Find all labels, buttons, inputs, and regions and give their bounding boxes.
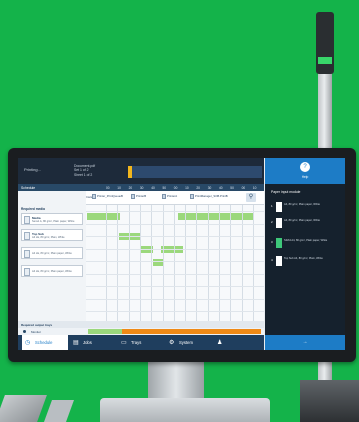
gear-icon: ⚙: [169, 340, 175, 346]
monitor-stand-base: [100, 398, 270, 422]
paper-swatch: [276, 238, 282, 248]
tab-user[interactable]: ♟: [214, 335, 260, 350]
grid-row-line: [86, 248, 264, 249]
tray-item[interactable]: 4 Top Sub A4, 80 g/m², Plain, White: [271, 256, 341, 268]
machine-part-left-small: [43, 400, 75, 422]
tab-system[interactable]: ⚙ System: [166, 335, 212, 350]
search-icon: ⚲: [248, 194, 254, 200]
tab-schedule[interactable]: ◷ Schedule: [22, 335, 68, 350]
timeline-tick: 00: [173, 185, 178, 190]
grid-row-line: [86, 311, 264, 312]
timeline-tick: 40: [151, 185, 155, 190]
media-item[interactable]: A4 LE, 80 g/m², Plain paper, White: [21, 265, 83, 277]
schedule-title: Schedule: [21, 185, 36, 190]
timeline-tick: 20: [128, 185, 133, 190]
schedule-bar[interactable]: [161, 246, 183, 253]
job-info: Document.pdf Set 1 of 2 Sheet 1 of 2: [74, 164, 96, 177]
machine-part-right: [300, 380, 359, 422]
timeline-tick: 50: [230, 185, 234, 190]
required-media-heading: Required media: [21, 207, 45, 211]
search-button[interactable]: ⚲: [246, 193, 256, 202]
monitor-icon: [23, 330, 26, 333]
monitor-bar-pending: [122, 329, 261, 334]
tray-item[interactable]: 1 A4, 80 g/m², Plain paper, White: [271, 202, 341, 214]
media-item[interactable]: A4 LE, 80 g/m², Plain paper, White: [21, 247, 83, 259]
bottom-tab-bar: ◷ Schedule ▤ Jobs ▭ Trays ⚙ System ♟: [18, 335, 264, 350]
monitor-row: Monitor: [18, 328, 264, 335]
document-icon: ▤: [73, 340, 79, 346]
timeline-tick: 10: [252, 185, 257, 190]
required-media-list: Required media Media Sens1 A, 80 g/m², P…: [18, 191, 86, 323]
printer-status: Printing...: [24, 167, 41, 172]
grid-row-line: [86, 273, 264, 274]
tray-icon: ▭: [121, 340, 127, 346]
grid-row-line: [86, 236, 264, 237]
timeline-tick: 50: [162, 185, 167, 190]
job-progress-fill: [128, 166, 133, 178]
paper-icon: [24, 216, 30, 224]
paper-input-panel: Paper input module 1 A4, 80 g/m², Plain …: [265, 184, 345, 335]
timeline-tick: 00: [106, 185, 110, 190]
printer-install-row: Install Printer_PrintQueueB PrinterB Pri…: [86, 191, 264, 205]
install-item[interactable]: PrintManager_SOB.PrintB: [190, 194, 228, 201]
grid-row-line: [86, 298, 264, 299]
forward-button[interactable]: →: [265, 335, 345, 350]
panel-title: Paper input module: [271, 190, 301, 194]
schedule-bar[interactable]: [87, 213, 120, 220]
grid-row-line: [86, 286, 264, 287]
timeline-tick: 20: [196, 185, 200, 190]
timeline-tick: 40: [219, 185, 223, 190]
signal-tower-green-light: [318, 57, 332, 64]
touch-screen: Printing... Document.pdf Set 1 of 2 Shee…: [18, 158, 345, 350]
machine-part-left: [0, 395, 47, 422]
signal-tower-cap: [316, 12, 334, 74]
paper-swatch: [276, 256, 282, 266]
install-item[interactable]: Printer_PrintQueueB: [92, 194, 123, 201]
status-strip: Printing... Document.pdf Set 1 of 2 Shee…: [18, 158, 264, 184]
media-item[interactable]: Top Sub A4 LE, 80 g/m², Plain, White: [21, 229, 83, 241]
monitor-bar-done: [88, 329, 122, 334]
timeline-tick: 30: [139, 185, 144, 190]
tab-trays[interactable]: ▭ Trays: [118, 335, 164, 350]
required-output-trays-row: Required output trays: [18, 321, 264, 328]
grid-row-line: [86, 211, 264, 212]
paper-icon: [24, 232, 30, 240]
timeline-tick: 10: [117, 185, 121, 190]
schedule-bar[interactable]: [119, 233, 141, 240]
job-progress-bar: [128, 166, 262, 178]
timeline-tick: 10: [185, 185, 189, 190]
install-item[interactable]: PrinterA: [162, 194, 177, 201]
schedule-bar[interactable]: [178, 213, 254, 220]
tray-item[interactable]: 2 A4, 80 g/m², Plain paper, White: [271, 218, 341, 230]
grid-row-line: [86, 223, 264, 224]
install-item[interactable]: PrinterB: [131, 194, 146, 201]
schedule-icon: ◷: [25, 340, 31, 346]
paper-swatch: [276, 218, 282, 228]
paper-swatch: [276, 202, 282, 212]
paper-icon: [24, 250, 30, 258]
schedule-timeline-header: Schedule 00 10 20 30 40 50 00 10 20 30 40 50 00 10: [18, 184, 264, 191]
tray-item[interactable]: 3 SRA3 A4, 80 g/m², Plain paper, White: [271, 238, 341, 250]
help-icon: ?: [300, 162, 310, 172]
timeline-tick: 00: [241, 185, 246, 190]
tab-jobs[interactable]: ▤ Jobs: [70, 335, 116, 350]
media-item[interactable]: Media Sens1 A, 80 g/m², Plain paper, Whi…: [21, 213, 83, 225]
timeline-tick: 30: [207, 185, 212, 190]
monitor-stand-neck: [148, 360, 204, 402]
grid-row-line: [86, 261, 264, 262]
help-button[interactable]: ? Help: [265, 158, 345, 184]
paper-icon: [24, 268, 30, 276]
user-icon: ♟: [217, 340, 223, 346]
